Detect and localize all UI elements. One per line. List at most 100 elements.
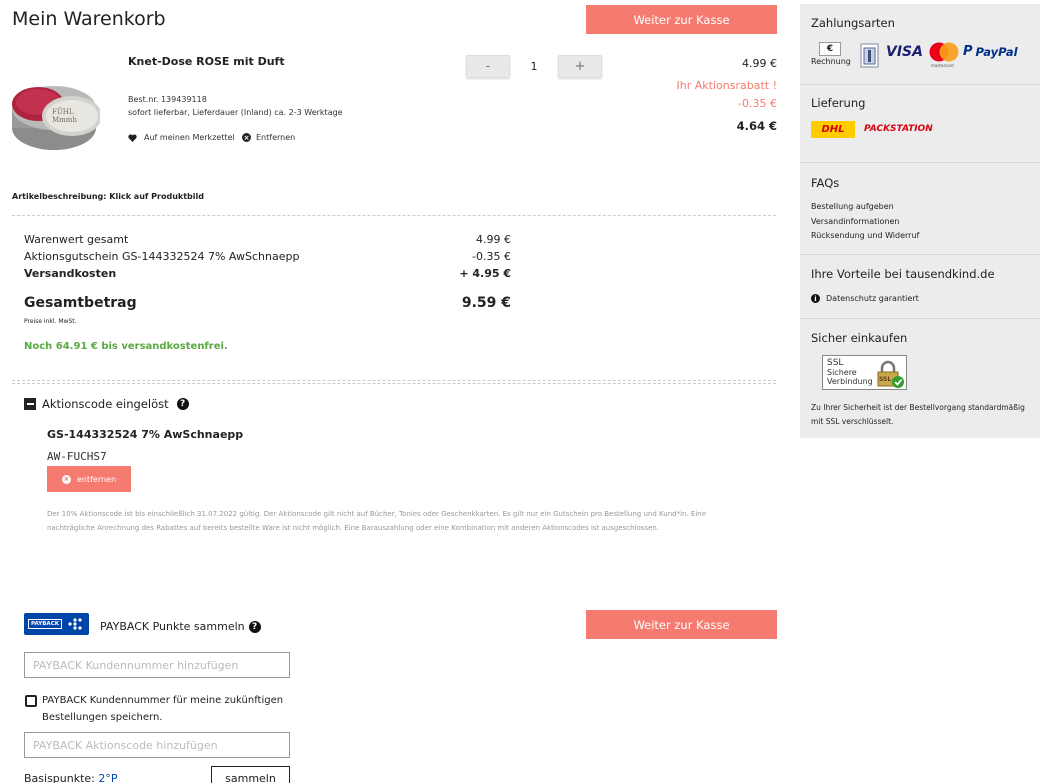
payback-code-input[interactable]: PAYBACK Aktionscode hinzufügen	[24, 732, 290, 758]
privacy-label: Datenschutz garantiert	[826, 294, 919, 303]
faq-link-returns[interactable]: Rücksendung und Widerruf	[811, 231, 919, 240]
payback-number-input[interactable]: PAYBACK Kundennummer hinzufügen	[24, 652, 290, 678]
divider	[800, 162, 1040, 163]
promo-label: Ihr Aktionsrabatt !	[676, 79, 777, 92]
free-shipping-note: Noch 64.91 € bis versandkostenfrei.	[24, 341, 228, 352]
prepayment-icon	[860, 43, 879, 68]
quantity-stepper: - 1 +	[466, 55, 602, 78]
invoice-label: Rechnung	[811, 57, 851, 66]
wishlist-label: Auf meinen Merkzettel	[144, 133, 235, 142]
remove-icon: ×	[242, 133, 251, 142]
base-points-value: 2°P	[98, 772, 118, 783]
total-value: 9.59 €	[461, 295, 511, 311]
summary-value-voucher: -0.35 €	[472, 250, 511, 263]
divider	[800, 254, 1040, 255]
payback-logo: PAYBACK	[24, 613, 89, 635]
promo-code-title: GS-144332524 7% AwSchnaepp	[47, 428, 244, 441]
promo-terms-line: nachträgliche Anrechnung des Rabattes au…	[47, 524, 660, 532]
secure-text-line: Zu Ihrer Sicherheit ist der Bestellvorga…	[811, 403, 1025, 412]
description-hint: Artikelbeschreibung: Klick auf Produktbi…	[12, 192, 204, 201]
ssl-text-line: SSL	[827, 358, 844, 368]
divider	[12, 215, 776, 216]
quantity-value[interactable]: 1	[510, 55, 558, 78]
payback-logo-text: PAYBACK	[28, 619, 62, 629]
payback-save-label-line: Bestellungen speichern.	[42, 712, 163, 723]
secure-text-line: mit SSL verschlüsselt.	[811, 417, 894, 426]
total-label: Gesamtbetrag	[24, 295, 137, 311]
faq-link-order[interactable]: Bestellung aufgeben	[811, 202, 894, 211]
delivery-info: sofort lieferbar, Lieferdauer (Inland) c…	[128, 108, 343, 117]
wishlist-link[interactable]: Auf meinen Merkzettel	[128, 133, 235, 142]
tax-note: Preise inkl. MwSt.	[24, 318, 77, 325]
privacy-item: i Datenschutz garantiert	[811, 294, 919, 303]
delivery-title: Lieferung	[811, 96, 866, 110]
product-image[interactable]: FÜHL Mmmh	[10, 78, 102, 158]
payback-save-label-line: PAYBACK Kundennummer für meine zukünftig…	[42, 695, 284, 706]
visa-logo: VISA	[886, 44, 923, 60]
paypal-logo: P PayPal	[963, 44, 1018, 59]
faq-title: FAQs	[811, 176, 840, 190]
ssl-badge-label: SSL	[879, 376, 892, 383]
ssl-text-line: Verbindung	[827, 377, 873, 386]
dhl-logo: DHL	[811, 121, 855, 138]
summary-label-goods: Warenwert gesamt	[24, 233, 129, 246]
invoice-symbol: €	[819, 42, 841, 56]
article-number: Best.nr. 139439118	[128, 95, 207, 104]
promo-terms: Der 10% Aktionscode ist bis einschließli…	[47, 507, 767, 535]
help-icon[interactable]: ?	[176, 398, 189, 410]
remove-item-link[interactable]: × Entfernen	[242, 133, 295, 142]
item-final-price: 4.64 €	[736, 119, 777, 133]
divider	[12, 383, 776, 384]
product-name[interactable]: Knet-Dose ROSE mit Duft	[128, 55, 285, 68]
remove-label: Entfernen	[256, 133, 296, 142]
collapse-icon	[24, 398, 36, 410]
payback-collect-label: PAYBACK Punkte sammeln	[100, 620, 245, 633]
ssl-badge: SSL Sichere Verbindung SSL	[822, 355, 907, 390]
promo-remove-button[interactable]: × entfernen	[47, 466, 131, 492]
secure-shopping-title: Sicher einkaufen	[811, 331, 908, 345]
summary-label-voucher: Aktionsgutschein GS-144332524 7% AwSchna…	[24, 250, 300, 263]
summary-value-shipping: + 4.95 €	[459, 267, 511, 280]
ssl-text: SSL Sichere Verbindung	[827, 358, 873, 387]
packstation-logo: PACKSTATION	[864, 124, 933, 134]
base-points-label: Basispunkte:	[24, 772, 95, 783]
faq-link-shipping[interactable]: Versandinformationen	[811, 217, 899, 226]
paypal-wordmark: PayPal	[975, 44, 1018, 59]
quantity-increase-button[interactable]: +	[558, 55, 602, 78]
product-image-label: FÜHL Mmmh	[52, 108, 77, 124]
promo-code-value: AW-FUCHS7	[47, 450, 107, 463]
divider	[800, 84, 1040, 85]
promo-code-toggle-label: Aktionscode eingelöst	[42, 397, 169, 411]
page-title: Mein Warenkorb	[12, 8, 166, 30]
ssl-text-line: Sichere	[827, 368, 857, 377]
lock-icon	[877, 360, 904, 388]
quantity-decrease-button[interactable]: -	[466, 55, 510, 78]
checkout-button-top[interactable]: Weiter zur Kasse	[586, 5, 777, 34]
base-points: Basispunkte: 2°P	[24, 772, 118, 783]
paypal-mark: P	[963, 44, 973, 59]
divider	[800, 318, 1040, 319]
dhl-wordmark: DHL	[821, 124, 845, 135]
close-icon: ×	[61, 474, 71, 484]
help-icon[interactable]: ?	[248, 620, 261, 633]
promo-terms-line: Der 10% Aktionscode ist bis einschließli…	[47, 510, 707, 518]
summary-label-shipping: Versandkosten	[24, 267, 117, 280]
payback-dots-icon	[68, 618, 82, 630]
payback-save-label: PAYBACK Kundennummer für meine zukünftig…	[42, 692, 283, 726]
info-icon: i	[811, 294, 820, 303]
payment-methods-title: Zahlungsarten	[811, 16, 895, 30]
invoice-icon: € Rechnung	[811, 42, 851, 70]
mastercard-label: mastercard	[931, 63, 954, 68]
payback-save-checkbox[interactable]	[25, 695, 37, 707]
secure-text: Zu Ihrer Sicherheit ist der Bestellvorga…	[811, 401, 1025, 429]
checkout-button-bottom[interactable]: Weiter zur Kasse	[586, 610, 777, 639]
item-price: 4.99 €	[742, 57, 777, 70]
promo-value: -0.35 €	[738, 97, 777, 110]
sidebar: Zahlungsarten € Rechnung VISA mastercard…	[800, 4, 1040, 438]
promo-code-toggle[interactable]: Aktionscode eingelöst ?	[24, 397, 189, 411]
payback-collect-heading: PAYBACK Punkte sammeln ?	[100, 620, 261, 633]
heart-icon	[128, 133, 137, 142]
promo-remove-label: entfernen	[76, 474, 117, 484]
payback-collect-button[interactable]: sammeln	[211, 766, 290, 783]
mastercard-logo: mastercard	[927, 42, 961, 70]
